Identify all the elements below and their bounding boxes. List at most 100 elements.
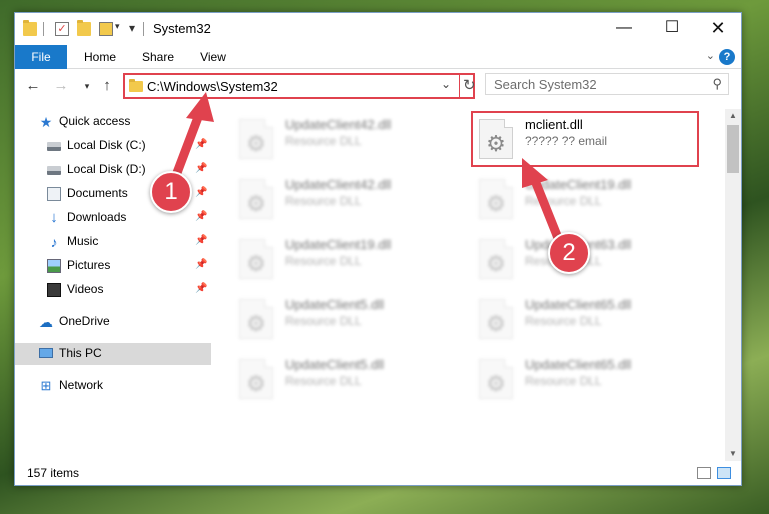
file-item[interactable]: ⚙ UpdateClient42.dll Resource DLL <box>233 173 453 223</box>
sidebar-item-label: This PC <box>59 346 102 360</box>
status-bar: 157 items <box>15 463 741 485</box>
close-icon[interactable]: ✕ <box>695 13 741 43</box>
search-icon[interactable]: ⚲ <box>712 76 722 92</box>
maximize-icon[interactable]: ☐ <box>649 13 695 43</box>
star-icon: ★ <box>39 114 53 130</box>
navigation-bar: ← → ▾ ↑ C:\Windows\System32 ⌄ ↻ Search S… <box>15 70 741 102</box>
new-folder-icon[interactable] <box>77 20 91 36</box>
file-type: Resource DLL <box>285 374 362 388</box>
pin-icon[interactable]: 📌 <box>195 163 207 174</box>
ribbon-tabs: File Home Share View ⌄ ? <box>15 45 741 69</box>
music-icon: ♪ <box>50 234 58 250</box>
dll-file-icon: ⚙ <box>239 239 273 279</box>
sidebar-item-pictures[interactable]: Pictures 📌 <box>15 255 211 277</box>
file-name: UpdateClient42.dll <box>285 117 392 132</box>
file-item[interactable]: ⚙ UpdateClient19.dll Resource DLL <box>473 173 693 223</box>
file-type: Resource DLL <box>525 194 602 208</box>
sidebar-item-local-disk-c[interactable]: Local Disk (C:) 📌 <box>15 135 211 157</box>
sidebar-item-this-pc[interactable]: This PC <box>15 343 211 365</box>
sidebar-item-music[interactable]: ♪ Music 📌 <box>15 231 211 253</box>
address-dropdown-chevron-icon[interactable]: ⌄ <box>441 77 451 91</box>
file-item[interactable]: ⚙ UpdateClient42.dll Resource DLL <box>233 113 453 163</box>
drive-icon <box>47 142 61 151</box>
qa-chevron-down-icon[interactable]: ▾ <box>115 21 120 32</box>
pin-icon[interactable]: 📌 <box>195 211 207 222</box>
pin-icon[interactable]: 📌 <box>195 139 207 150</box>
search-box[interactable]: Search System32 ⚲ <box>485 73 729 95</box>
dll-file-icon: ⚙ <box>479 179 513 219</box>
file-item[interactable]: ⚙ UpdateClient5.dll Resource DLL <box>233 293 453 343</box>
gear-icon: ⚙ <box>486 371 506 396</box>
tab-view[interactable]: View <box>191 45 235 69</box>
refresh-icon[interactable]: ↻ <box>463 76 476 94</box>
file-item[interactable]: ⚙ UpdateClient19.dll Resource DLL <box>233 233 453 283</box>
pin-icon[interactable]: 📌 <box>195 235 207 246</box>
sidebar-item-label: Documents <box>67 186 128 200</box>
file-item[interactable]: ⚙ UpdateClient65.dll Resource DLL <box>473 353 693 403</box>
network-icon: ⊞ <box>40 378 52 393</box>
pin-icon[interactable]: 📌 <box>195 187 207 198</box>
sidebar-item-label: Local Disk (D:) <box>67 162 146 176</box>
file-name: UpdateClient65.dll <box>525 357 632 372</box>
customize-toolbar-icon[interactable]: ▾ <box>129 21 135 35</box>
address-bar[interactable]: C:\Windows\System32 ⌄ ↻ <box>123 73 476 99</box>
this-pc-icon <box>39 348 53 358</box>
sidebar-item-network[interactable]: ⊞ Network <box>15 375 211 397</box>
sidebar-item-label: Pictures <box>67 258 111 272</box>
file-type: Resource DLL <box>285 314 362 328</box>
sidebar-item-label: Videos <box>67 282 104 296</box>
search-placeholder[interactable]: Search System32 <box>494 77 597 92</box>
tab-file[interactable]: File <box>15 45 67 69</box>
sidebar-item-label: OneDrive <box>59 314 110 328</box>
expand-ribbon-chevron-icon[interactable]: ⌄ <box>706 49 715 62</box>
scroll-down-icon[interactable]: ▼ <box>725 447 741 461</box>
details-view-icon[interactable] <box>697 467 711 479</box>
mclient-highlight-box <box>471 111 699 167</box>
pin-icon[interactable]: 📌 <box>195 259 207 270</box>
tab-home[interactable]: Home <box>77 45 123 69</box>
up-arrow-icon[interactable]: ↑ <box>97 76 117 96</box>
file-item[interactable]: ⚙ UpdateClient5.dll Resource DLL <box>233 353 453 403</box>
sidebar-item-label: Quick access <box>59 114 131 128</box>
explorer-window: ✓ ▾ ▾ System32 — ☐ ✕ File Home Share Vie… <box>14 12 742 486</box>
file-item[interactable]: ⚙ UpdateClient65.dll Resource DLL <box>473 293 693 343</box>
toolbar-separator <box>43 22 44 36</box>
pin-icon[interactable]: 📌 <box>195 283 207 294</box>
quick-access-props-icon[interactable] <box>99 22 113 36</box>
dll-file-icon: ⚙ <box>479 359 513 399</box>
dll-file-icon: ⚙ <box>239 359 273 399</box>
address-path[interactable]: C:\Windows\System32 <box>147 79 278 94</box>
properties-check-icon[interactable]: ✓ <box>55 22 69 36</box>
sidebar-item-label: Downloads <box>67 210 127 224</box>
pictures-icon <box>47 259 61 273</box>
tab-share[interactable]: Share <box>135 45 181 69</box>
gear-icon: ⚙ <box>486 311 506 336</box>
dll-file-icon: ⚙ <box>239 299 273 339</box>
sidebar-item-videos[interactable]: Videos 📌 <box>15 279 211 301</box>
sidebar-item-downloads[interactable]: ↓ Downloads 📌 <box>15 207 211 229</box>
file-name: UpdateClient19.dll <box>525 177 632 192</box>
scroll-up-icon[interactable]: ▲ <box>725 109 741 123</box>
sidebar-item-quick-access[interactable]: ★ Quick access <box>15 111 211 133</box>
file-type: Resource DLL <box>285 134 362 148</box>
forward-arrow-icon[interactable]: → <box>51 76 71 96</box>
file-type: Resource DLL <box>285 254 362 268</box>
drive-icon <box>47 166 61 175</box>
file-type: Resource DLL <box>525 374 602 388</box>
minimize-icon[interactable]: — <box>601 13 647 43</box>
dll-file-icon: ⚙ <box>239 179 273 219</box>
sidebar-item-onedrive[interactable]: ☁ OneDrive <box>15 311 211 333</box>
sidebar-item-label: Music <box>67 234 99 248</box>
file-name: UpdateClient5.dll <box>285 357 385 372</box>
gear-icon: ⚙ <box>486 251 506 276</box>
step-badge-1: 1 <box>150 171 192 213</box>
file-list: ⚙ UpdateClient42.dll Resource DLL ⚙ Upda… <box>223 109 725 461</box>
item-count: 157 items <box>27 466 80 480</box>
help-icon[interactable]: ? <box>719 49 735 65</box>
recent-locations-chevron-icon[interactable]: ▾ <box>77 76 97 96</box>
back-arrow-icon[interactable]: ← <box>23 76 43 96</box>
tiles-view-icon[interactable] <box>717 467 731 479</box>
vertical-scrollbar[interactable]: ▲ ▼ <box>725 109 741 461</box>
scroll-thumb[interactable] <box>727 125 739 173</box>
dll-file-icon: ⚙ <box>239 119 273 159</box>
